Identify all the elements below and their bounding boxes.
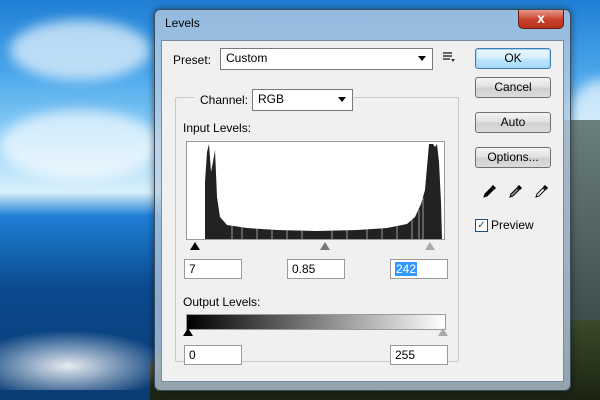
output-black-field[interactable]: 0	[184, 345, 242, 365]
auto-button[interactable]: Auto	[475, 112, 551, 133]
cancel-button[interactable]: Cancel	[475, 77, 551, 98]
input-black-slider[interactable]	[190, 242, 200, 250]
input-white-field[interactable]: 242	[390, 259, 448, 279]
dropdown-arrow-icon	[338, 97, 346, 102]
output-white-slider[interactable]	[438, 328, 448, 336]
checkmark-icon: ✓	[477, 220, 486, 231]
input-black-value: 7	[189, 262, 196, 276]
channel-dropdown[interactable]: RGB	[252, 89, 353, 111]
input-gamma-value: 0.85	[292, 262, 316, 276]
input-white-value: 242	[395, 262, 418, 276]
histogram	[186, 141, 445, 240]
title-bar[interactable]: Levels x	[155, 10, 570, 36]
histogram-graph	[205, 144, 442, 239]
preview-label[interactable]: Preview	[491, 218, 534, 232]
input-white-slider[interactable]	[425, 242, 435, 250]
black-eyedropper-icon[interactable]	[482, 183, 498, 199]
options-button[interactable]: Options...	[475, 147, 551, 168]
output-black-value: 0	[189, 348, 196, 362]
output-black-slider[interactable]	[183, 328, 193, 336]
preset-menu-icon[interactable]	[442, 51, 456, 66]
cloud	[10, 20, 150, 80]
input-gamma-field[interactable]: 0.85	[287, 259, 345, 279]
white-eyedropper-icon[interactable]	[534, 183, 550, 199]
cloud	[0, 110, 160, 180]
input-black-field[interactable]: 7	[184, 259, 242, 279]
input-levels-label: Input Levels:	[183, 121, 252, 135]
sea-foam	[0, 330, 170, 390]
input-gamma-slider[interactable]	[320, 242, 330, 250]
output-white-value: 255	[395, 348, 416, 362]
channel-value: RGB	[258, 92, 285, 106]
window-title: Levels	[165, 16, 200, 30]
gray-eyedropper-icon[interactable]	[508, 183, 524, 199]
preset-dropdown[interactable]: Custom	[220, 48, 433, 70]
preset-label: Preset:	[173, 53, 212, 67]
output-levels-label: Output Levels:	[183, 295, 261, 309]
close-icon: x	[537, 10, 545, 26]
output-white-field[interactable]: 255	[390, 345, 448, 365]
close-button[interactable]: x	[518, 10, 564, 29]
preset-value: Custom	[226, 51, 268, 65]
dropdown-arrow-icon	[418, 56, 426, 61]
channel-label: Channel:	[200, 93, 249, 107]
output-gradient-bar	[186, 314, 446, 330]
preview-checkbox[interactable]: ✓	[475, 219, 488, 232]
ok-button[interactable]: OK	[475, 48, 551, 69]
